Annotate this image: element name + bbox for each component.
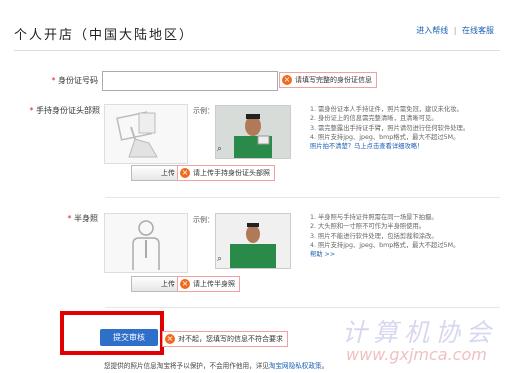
headshot-sample-photo <box>215 105 291 159</box>
header-divider <box>14 50 500 51</box>
error-icon: × <box>165 334 175 344</box>
id-number-error: × 请填写完整的身份证信息 <box>279 72 377 88</box>
photo-guide-link[interactable]: 照片拍不清楚？马上点击查看详细攻略！ <box>310 142 510 151</box>
help-link[interactable]: 进入帮线 <box>416 26 448 35</box>
headshot-notes: 1. 需身份证本人手持证件，照片需免冠，建议未化妆。 2. 身份证上的信息需完整… <box>310 105 510 151</box>
halfbody-placeholder <box>104 213 188 273</box>
halfbody-error: × 请上传半身照 <box>177 276 240 292</box>
zoom-icon[interactable]: ⌕ <box>217 254 222 264</box>
headshot-label: * 手持身份证头部照 <box>29 106 100 115</box>
id-card-photo-icon <box>116 111 158 158</box>
halfbody-notes: 1. 半身照与手持证件照需在同一场景下拍摄。 2. 大头照和一寸照不可作为半身照… <box>310 213 510 259</box>
watermark-text: 计算机协会 <box>342 318 498 347</box>
service-link[interactable]: 在线客服 <box>462 26 494 35</box>
page-title: 个人开店（中国大陆地区） <box>14 28 195 43</box>
submit-error: × 对不起，您填写的信息不符合要求 <box>162 331 288 347</box>
error-icon: × <box>180 279 190 289</box>
headshot-error: × 请上传手持身份证头部照 <box>177 165 275 181</box>
person-silhouette-icon <box>132 220 160 270</box>
halfbody-label: * 半身照 <box>67 214 98 223</box>
section-divider <box>105 197 500 198</box>
error-icon: × <box>180 168 190 178</box>
id-number-label: * 身份证号码 <box>51 76 98 85</box>
help-link[interactable]: 帮助 >> <box>310 250 510 259</box>
error-icon: × <box>282 75 292 85</box>
halfbody-example-label: 示例： <box>193 216 214 224</box>
privacy-policy-link[interactable]: 淘宝网隐私权政策 <box>269 362 322 370</box>
headshot-placeholder <box>104 104 188 164</box>
section-divider <box>105 307 500 308</box>
halfbody-sample-photo <box>215 213 291 269</box>
zoom-icon[interactable]: ⌕ <box>217 144 222 154</box>
top-links-divider: | <box>453 26 457 35</box>
id-number-input[interactable] <box>102 71 278 91</box>
privacy-note: 您提供的照片信息淘宝将予以保护，不会用作他用，详见淘宝网隐私权政策。 <box>104 362 329 370</box>
watermark-url: www.gxjmca.com <box>346 345 487 364</box>
top-links: 进入帮线 | 在线客服 <box>416 25 494 36</box>
highlight-box <box>60 311 164 355</box>
headshot-example-label: 示例： <box>193 107 214 115</box>
